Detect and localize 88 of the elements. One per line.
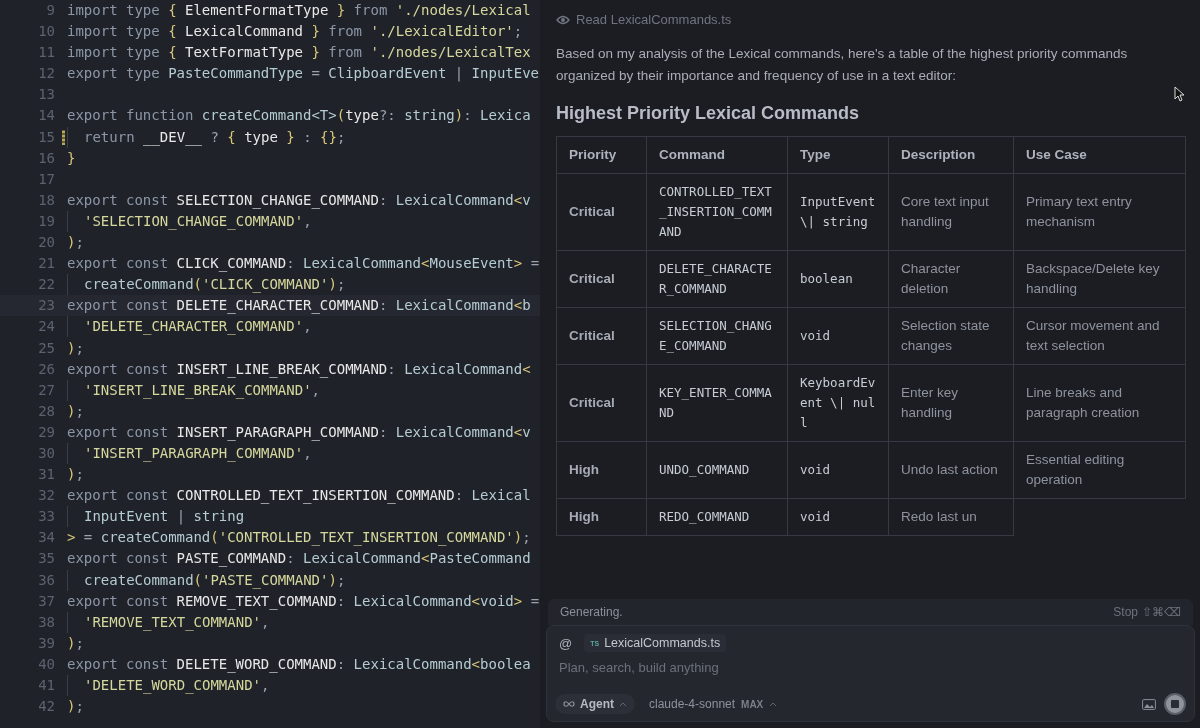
- code-line: export const CONTROLLED_TEXT_INSERTION_COMMAND: Lexical: [67, 486, 531, 506]
- line-number: 25: [38, 338, 55, 358]
- code-editor[interactable]: [0, 0, 540, 728]
- code-line: export const REMOVE_TEXT_COMMAND: LexicalCommand<void> =: [67, 591, 540, 612]
- code-line: 'SELECTION_CHANGE_COMMAND',: [84, 211, 312, 232]
- code-line: import type { ElementFormatType } from './nodes/Lexical: [67, 1, 531, 20]
- mode-selector[interactable]: Agent: [555, 694, 635, 714]
- table-cell: Redo last un: [888, 498, 1014, 536]
- line-number: 36: [38, 570, 55, 590]
- code-line: );: [67, 633, 84, 653]
- line-number: 10: [38, 22, 55, 42]
- line-number: 19: [38, 211, 55, 231]
- column-header: Priority: [556, 136, 647, 174]
- line-number: 26: [38, 359, 55, 379]
- table-cell: Essential editing operation: [1013, 441, 1186, 499]
- mouse-pointer-icon: [1174, 86, 1185, 102]
- code-line: );: [67, 465, 84, 485]
- eye-icon: [556, 14, 570, 25]
- line-number: 41: [38, 676, 55, 695]
- code-line: createCommand('CLICK_COMMAND');: [84, 275, 346, 295]
- line-number: 35: [38, 549, 55, 569]
- caret-icon: [769, 701, 778, 707]
- line-number: 32: [38, 486, 55, 506]
- code-line: 'DELETE_WORD_COMMAND',: [84, 676, 270, 696]
- line-number: 33: [38, 507, 55, 527]
- prompt-field[interactable]: Plan, search, build anything: [555, 658, 1186, 677]
- line-number: 12: [38, 64, 55, 84]
- code-line: 'REMOVE_TEXT_COMMAND',: [84, 612, 270, 633]
- line-number: 22: [38, 275, 55, 295]
- code-line: export const SELECTION_CHANGE_COMMAND: LexicalCommand<v: [67, 190, 531, 211]
- code-line: );: [67, 338, 84, 358]
- line-number: 27: [38, 380, 55, 400]
- code-line: );: [67, 233, 84, 253]
- stop-icon: [1171, 700, 1179, 708]
- code-line: > = createCommand('CONTROLLED_TEXT_INSERTION_COMMAND');: [67, 528, 531, 548]
- line-number: 9: [46, 1, 55, 20]
- message-text: Based on my analysis of the Lexical commands, here's a table of the highest priority commands organized by their importance and frequency of use in a text editor:: [556, 45, 1129, 85]
- line-number: 16: [38, 148, 55, 168]
- code-line: export type PasteCommandType = ClipboardEvent | InputEve: [67, 64, 540, 84]
- code-line: 'INSERT_LINE_BREAK_COMMAND',: [84, 380, 320, 401]
- code-line: 'INSERT_PARAGRAPH_COMMAND',: [84, 443, 312, 464]
- model-selector[interactable]: claude-4-sonnet MAX: [643, 696, 784, 712]
- stop-generation-button[interactable]: [1164, 693, 1186, 715]
- line-number: 13: [38, 85, 55, 105]
- code-line: import type { TextFormatType } from './nodes/LexicalTex: [67, 43, 531, 63]
- mention-button[interactable]: @: [555, 635, 577, 651]
- status-text: Generating.: [560, 605, 623, 619]
- code-line: return __DEV__ ? { type } : {};: [84, 127, 346, 148]
- line-number: 30: [38, 443, 55, 463]
- line-number: 15: [38, 127, 55, 147]
- code-line: );: [67, 401, 84, 421]
- code-line: 'DELETE_CHARACTER_COMMAND',: [84, 317, 312, 337]
- code-line: export function createCommand<T>(type?: string): Lexica: [67, 106, 531, 126]
- infinity-icon: [563, 701, 575, 707]
- code-line: export const CLICK_COMMAND: LexicalCommand<MouseEvent> =: [67, 254, 540, 274]
- line-number: 18: [38, 190, 55, 210]
- line-number: 29: [38, 422, 55, 442]
- line-number: 24: [38, 317, 55, 337]
- section-heading: Highest Priority Lexical Commands: [556, 103, 861, 124]
- code-line: export const PASTE_COMMAND: LexicalCommand<PasteCommand: [67, 549, 531, 569]
- code-line: InputEvent | string: [84, 507, 245, 527]
- line-number: 42: [38, 697, 55, 717]
- line-number: 28: [38, 401, 55, 421]
- column-header: Use Case: [1013, 136, 1186, 174]
- line-number: 34: [38, 528, 55, 548]
- line-number: 38: [38, 612, 55, 632]
- line-number: 23: [38, 296, 55, 316]
- table-cell: High: [556, 498, 647, 536]
- code-line: export const INSERT_PARAGRAPH_COMMAND: LexicalCommand<v: [67, 422, 531, 443]
- code-line: }: [67, 148, 76, 168]
- code-line: export const DELETE_CHARACTER_COMMAND: LexicalCommand<b: [67, 296, 531, 316]
- line-number: 40: [38, 654, 55, 674]
- line-number: 11: [38, 43, 55, 63]
- line-number: 14: [38, 106, 55, 126]
- line-number: 21: [38, 254, 55, 274]
- code-line: createCommand('PASTE_COMMAND');: [84, 570, 346, 591]
- tool-call-label: Read LexicalCommands.ts: [576, 12, 732, 27]
- caret-icon: [619, 701, 627, 707]
- line-number: 31: [38, 465, 55, 485]
- line-number: 39: [38, 633, 55, 653]
- code-line: );: [67, 697, 84, 717]
- image-icon[interactable]: [1142, 698, 1156, 710]
- line-number: 37: [38, 591, 55, 611]
- line-number: 17: [38, 169, 55, 189]
- code-line: export const INSERT_LINE_BREAK_COMMAND: LexicalCommand<: [67, 359, 531, 380]
- line-number: 20: [38, 233, 55, 253]
- code-line: import type { LexicalCommand } from './LexicalEditor';: [67, 22, 523, 42]
- code-line: export const DELETE_WORD_COMMAND: LexicalCommand<boolea: [67, 654, 531, 675]
